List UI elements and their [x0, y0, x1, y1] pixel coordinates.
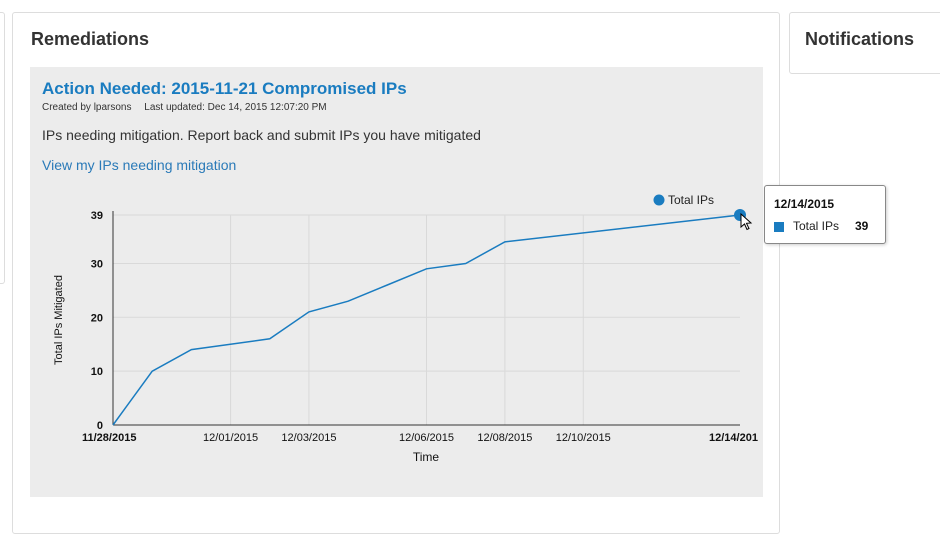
y-tick-label: 0: [97, 420, 103, 432]
mouse-cursor-icon: [741, 214, 751, 230]
x-tick-label: 12/08/2015: [477, 432, 532, 444]
tooltip-date: 12/14/2015: [774, 197, 834, 211]
x-axis-title: Time: [413, 450, 440, 464]
x-tick-label: 12/10/2015: [556, 432, 611, 444]
x-tick-label: 12/06/2015: [399, 432, 454, 444]
tooltip-value: 39: [855, 219, 868, 233]
y-tick-label: 39: [91, 210, 103, 222]
x-tick-label: 11/28/2015: [82, 432, 136, 444]
y-tick-label: 30: [91, 258, 103, 270]
y-tick-label: 10: [91, 366, 103, 378]
ips-mitigated-chart: 0 10 20 30 39 11/28/2015 12/01/2015 12/03/2015 1…: [0, 0, 940, 514]
legend-label: Total IPs: [668, 193, 714, 207]
chart-tooltip: 12/14/2015 Total IPs 39: [764, 185, 886, 244]
y-axis-title: Total IPs Mitigated: [53, 275, 65, 365]
tooltip-label: Total IPs: [793, 219, 839, 233]
x-tick-label: 12/03/2015: [281, 432, 336, 444]
x-tick-label: 12/14/201: [709, 432, 758, 444]
y-tick-label: 20: [91, 312, 103, 324]
legend-marker: [654, 195, 665, 206]
x-tick-label: 12/01/2015: [203, 432, 258, 444]
tooltip-series-swatch: [774, 222, 784, 232]
